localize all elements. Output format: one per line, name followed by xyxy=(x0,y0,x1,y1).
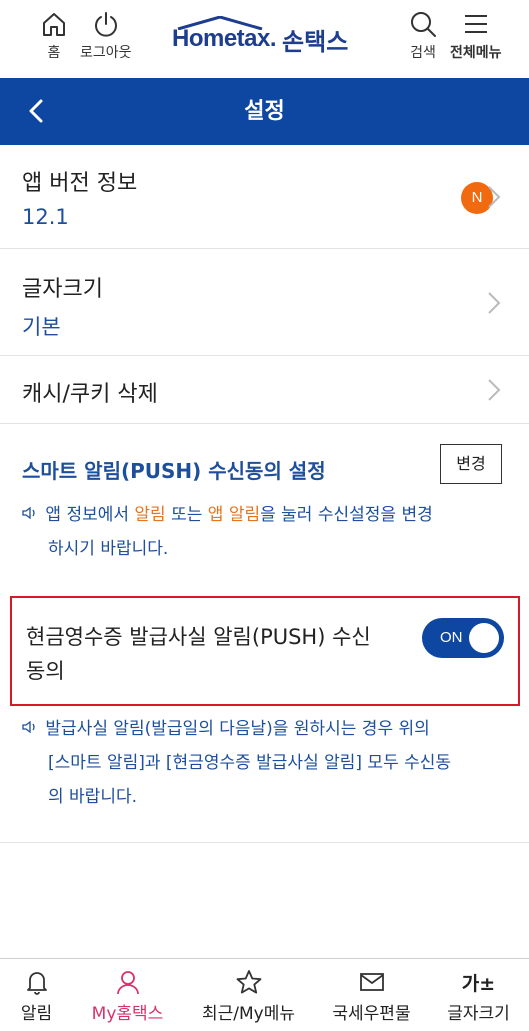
bottom-navigation: 알림 My홈택스 최근/My메뉴 국세우편물 가± 글자크기 xyxy=(0,958,529,1031)
logout-button[interactable]: 로그아웃 xyxy=(80,10,132,62)
font-size-icon: 가± xyxy=(461,972,496,995)
nav-font-size-label: 글자크기 xyxy=(447,1004,510,1024)
logo-text: Hometax. xyxy=(172,25,277,52)
home-label: 홈 xyxy=(47,45,61,61)
star-icon xyxy=(236,970,261,994)
chevron-right-icon xyxy=(488,186,501,208)
search-label: 검색 xyxy=(410,45,436,61)
nav-my-hometax-label: My홈택스 xyxy=(91,1004,164,1024)
home-icon xyxy=(43,13,65,36)
font-size-row[interactable]: 글자크기 기본 xyxy=(0,249,529,356)
toggle-on-label: ON xyxy=(440,629,463,646)
push-note: 앱 정보에서 알림 또는 앱 알림을 눌러 수신설정을 변경 하시기 바랍니다. xyxy=(22,498,517,566)
home-button[interactable]: 홈 xyxy=(40,10,68,62)
top-header: 홈 로그아웃 Hometax. 손택스 검색 전체메뉴 xyxy=(0,0,529,78)
mail-icon xyxy=(359,973,384,991)
note1-text-b: 또는 xyxy=(165,505,208,525)
power-icon xyxy=(94,12,117,37)
note1-text-a: 앱 정보에서 xyxy=(45,505,135,525)
note1-highlight-alarm: 알림 xyxy=(134,505,166,525)
hamburger-icon xyxy=(464,15,487,33)
all-menu-button[interactable]: 전체메뉴 xyxy=(450,10,502,62)
speaker-icon xyxy=(22,720,35,734)
speaker-icon xyxy=(22,506,35,520)
cache-cookie-row[interactable]: 캐시/쿠키 삭제 xyxy=(0,356,529,424)
note1-text-c: 을 눌러 수신설정을 변경 xyxy=(260,505,433,525)
divider xyxy=(0,842,529,843)
search-icon xyxy=(411,12,436,37)
cash-receipt-push-title: 현금영수증 발급사실 알림(PUSH) 수신 동의 xyxy=(26,625,371,683)
nav-tax-mail[interactable]: 국세우편물 xyxy=(319,959,424,1031)
note2-line3: 의 바랍니다. xyxy=(48,787,138,807)
logo-text-kr: 손택스 xyxy=(282,27,349,56)
note2-line2: [스마트 알림]과 [현금영수증 발급사실 알림] 모두 수신동 xyxy=(48,753,452,773)
note1-highlight-app-alarm: 앱 알림 xyxy=(207,505,261,525)
note1-line2: 하시기 바랍니다. xyxy=(48,539,169,559)
page-title: 설정 xyxy=(244,99,285,124)
version-title: 앱 버전 정보 xyxy=(22,171,138,196)
nav-my-hometax[interactable]: My홈택스 xyxy=(75,959,180,1031)
note2-line1: 발급사실 알림(발급일의 다음날)을 원하시는 경우 위의 xyxy=(45,719,430,739)
all-menu-label: 전체메뉴 xyxy=(450,45,502,61)
bell-icon xyxy=(26,972,47,995)
nav-font-size[interactable]: 가± 글자크기 xyxy=(426,959,529,1031)
app-version-row[interactable]: 앱 버전 정보 12.1 N xyxy=(0,145,529,249)
nav-alarm-label: 알림 xyxy=(20,1004,53,1024)
chevron-right-icon xyxy=(488,292,501,314)
toggle-knob xyxy=(469,623,499,653)
cache-title: 캐시/쿠키 삭제 xyxy=(22,382,158,407)
push-consent-toggle[interactable]: ON xyxy=(422,618,504,658)
nav-recent-label: 최근/My메뉴 xyxy=(201,1004,295,1024)
receipt-note: 발급사실 알림(발급일의 다음날)을 원하시는 경우 위의 [스마트 알림]과 … xyxy=(22,712,522,814)
nav-recent-mymenu[interactable]: 최근/My메뉴 xyxy=(196,959,301,1031)
hometax-logo[interactable]: Hometax. 손택스 xyxy=(172,16,349,60)
font-size-value: 기본 xyxy=(22,315,61,339)
change-button[interactable]: 변경 xyxy=(440,444,502,484)
search-button[interactable]: 검색 xyxy=(408,10,438,62)
chevron-right-icon xyxy=(488,379,501,401)
nav-mail-label: 국세우편물 xyxy=(332,1004,411,1024)
person-icon xyxy=(116,971,139,995)
push-section-title: 스마트 알림(PUSH) 수신동의 설정 xyxy=(22,459,326,483)
logout-label: 로그아웃 xyxy=(80,45,132,61)
cash-receipt-push-consent: 현금영수증 발급사실 알림(PUSH) 수신 동의 ON xyxy=(10,596,520,706)
font-size-title: 글자크기 xyxy=(22,277,103,302)
version-value: 12.1 xyxy=(22,205,69,229)
title-bar: 설정 xyxy=(0,78,529,145)
